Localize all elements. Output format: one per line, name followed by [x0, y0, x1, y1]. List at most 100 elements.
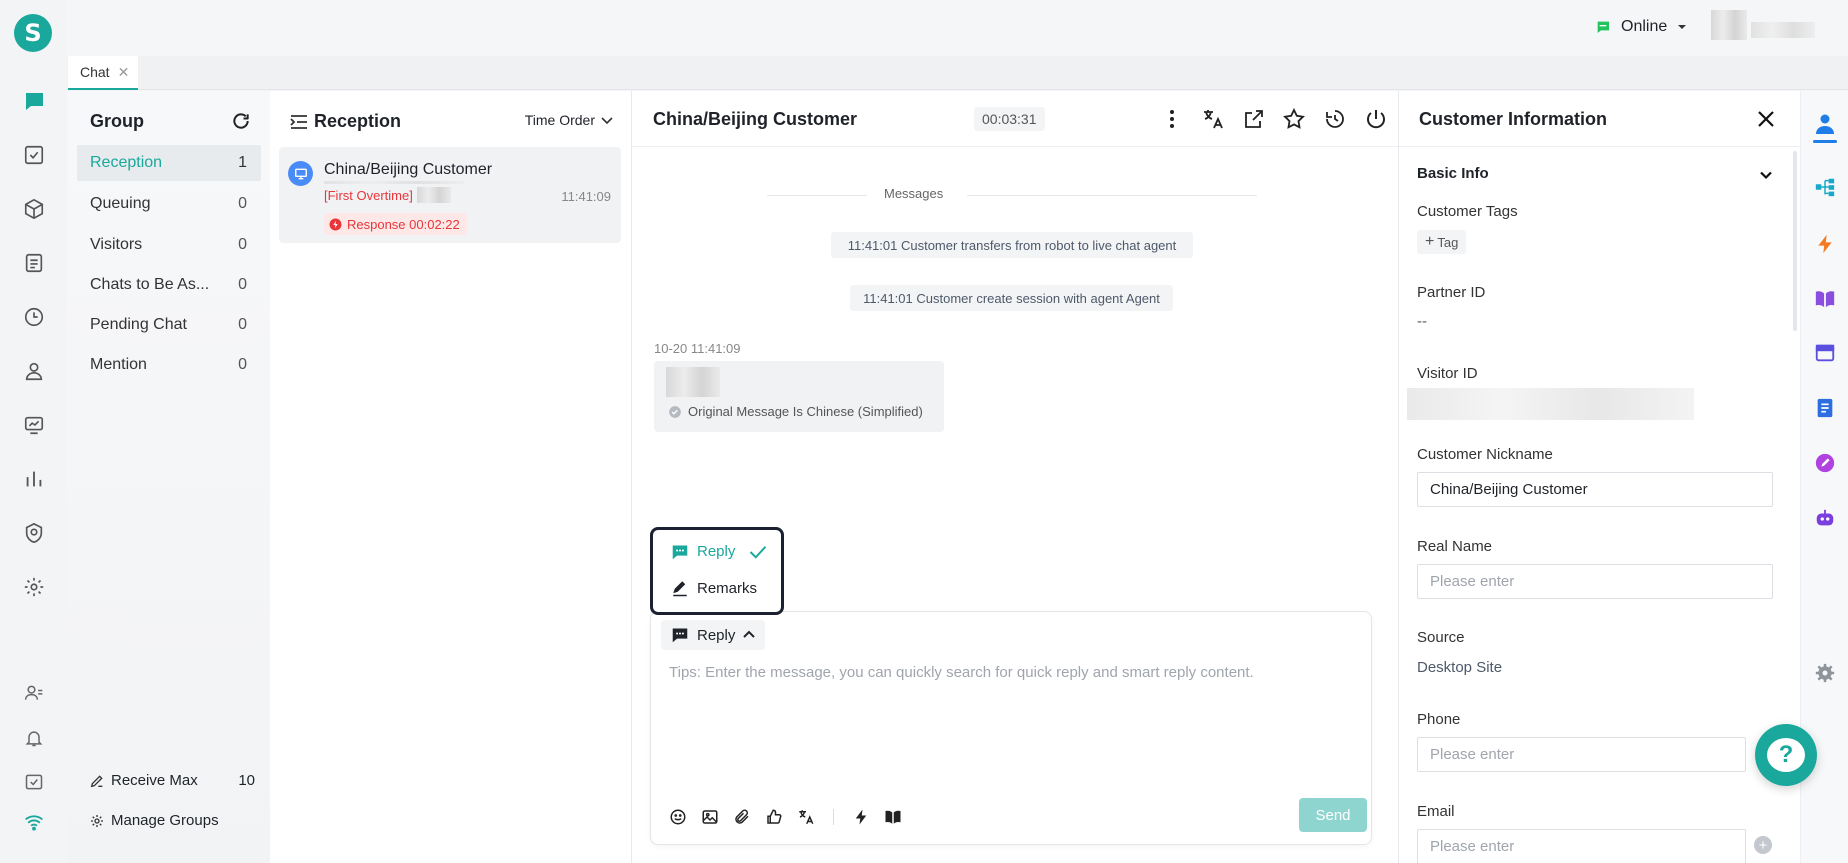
history-icon[interactable] [1323, 107, 1347, 131]
receive-max-setting[interactable]: Receive Max 10 [89, 772, 255, 789]
nickname-label: Customer Nickname [1417, 446, 1553, 463]
more-vertical-icon[interactable] [1160, 107, 1184, 131]
tab-close-icon[interactable]: ✕ [118, 64, 130, 81]
basic-info-section-title: Basic Info [1417, 165, 1489, 182]
browser-window-icon[interactable] [1813, 341, 1837, 365]
source-label: Source [1417, 629, 1465, 646]
add-email-plus-icon[interactable]: + [1754, 836, 1772, 854]
partner-id-value: -- [1417, 313, 1427, 330]
response-timer-label: Response 00:02:22 [347, 216, 460, 232]
phone-input[interactable]: Please enter [1417, 737, 1746, 772]
caret-down-icon [1678, 25, 1687, 29]
knowledge-book-icon[interactable] [884, 808, 902, 826]
quick-reply-lightning-icon[interactable] [1813, 232, 1837, 256]
menu-option-label: Remarks [697, 579, 758, 597]
check-circle-icon [669, 405, 681, 418]
add-tag-button[interactable]: + Tag [1417, 230, 1467, 254]
translate-icon[interactable] [797, 808, 815, 826]
group-item-count: 0 [238, 316, 247, 333]
group-item-label: Chats to Be As... [90, 276, 210, 293]
session-customer-name: China/Beijing Customer [324, 161, 493, 178]
send-button[interactable]: Send [1299, 798, 1367, 832]
group-item-count: 0 [238, 236, 247, 253]
add-tag-label: Tag [1437, 234, 1459, 250]
history-clock-icon[interactable] [21, 304, 47, 330]
group-item-mention[interactable]: Mention 0 [77, 347, 261, 383]
group-title: Group [90, 111, 144, 131]
visitor-id-value-blurred [1407, 388, 1694, 420]
active-indicator [1813, 140, 1837, 143]
close-icon[interactable] [1756, 109, 1776, 129]
system-message: 11:41:01 Customer transfers from robot t… [831, 232, 1193, 258]
help-question-icon: ? [1767, 738, 1805, 772]
composer-toolbar [669, 808, 902, 826]
star-icon[interactable] [1282, 107, 1306, 131]
chevron-down-icon[interactable] [1759, 168, 1773, 182]
email-input[interactable]: Please enter [1417, 829, 1746, 863]
refresh-icon[interactable] [231, 111, 251, 131]
shield-search-icon[interactable] [21, 520, 47, 546]
group-item-reception[interactable]: Reception 1 [77, 145, 261, 181]
cube-icon[interactable] [21, 196, 47, 222]
real-name-input[interactable]: Please enter [1417, 564, 1773, 599]
menu-option-reply[interactable]: Reply [671, 543, 767, 560]
group-item-queuing[interactable]: Queuing 0 [77, 186, 261, 222]
sign-edit-icon[interactable] [1813, 451, 1837, 475]
agent-status-icon[interactable] [21, 680, 47, 706]
nickname-input[interactable]: China/Beijing Customer [1417, 472, 1773, 507]
monitor-chart-icon[interactable] [21, 412, 47, 438]
image-icon[interactable] [701, 808, 719, 826]
reception-title: Reception [314, 111, 402, 131]
group-item-visitors[interactable]: Visitors 0 [77, 227, 261, 263]
reply-mode-toggle[interactable]: Reply [661, 620, 766, 650]
system-message: 11:41:01 Customer create session with ag… [850, 285, 1173, 311]
settings-gear-icon[interactable] [1813, 661, 1837, 685]
customer-info-panel: Customer Information Basic Info Customer… [1398, 91, 1801, 863]
agent-status-dropdown[interactable]: Online [1595, 18, 1687, 36]
overtime-tag: [First Overtime] [324, 187, 451, 203]
settings-gear-icon[interactable] [21, 574, 47, 600]
customer-message-bubble: Original Message Is Chinese (Simplified) [654, 361, 944, 432]
group-item-count: 0 [238, 276, 247, 293]
session-item[interactable]: China/Beijing Customer [First Overtime] … [279, 147, 621, 243]
left-nav-rail: S [0, 0, 67, 863]
ticket-check-icon[interactable] [21, 142, 47, 168]
group-item-pending-chat[interactable]: Pending Chat 0 [77, 307, 261, 343]
app-logo[interactable]: S [14, 14, 52, 52]
end-session-power-icon[interactable] [1364, 107, 1388, 131]
share-export-icon[interactable] [1242, 107, 1266, 131]
notification-bell-icon[interactable] [21, 725, 47, 751]
avatar[interactable] [1711, 10, 1747, 40]
robot-assistant-icon[interactable] [1813, 507, 1837, 531]
bar-chart-icon[interactable] [21, 466, 47, 492]
emoji-icon[interactable] [669, 808, 687, 826]
sort-dropdown[interactable]: Time Order [525, 112, 613, 128]
task-check-icon[interactable] [21, 769, 47, 795]
translate-icon[interactable] [1201, 107, 1225, 131]
collapse-list-icon[interactable] [290, 114, 308, 130]
scrollbar-thumb[interactable] [1793, 151, 1797, 331]
group-item-chats-to-be-assigned[interactable]: Chats to Be As... 0 [77, 267, 261, 303]
customer-profile-icon[interactable] [1813, 112, 1837, 136]
tab-chat[interactable]: Chat ✕ [68, 56, 138, 90]
chat-icon[interactable] [21, 88, 47, 114]
edit-pencil-icon [673, 581, 687, 597]
receive-max-label: Receive Max [111, 772, 198, 789]
thumbs-up-icon[interactable] [765, 808, 783, 826]
attachment-icon[interactable] [733, 808, 751, 826]
help-button[interactable]: ? [1755, 724, 1817, 786]
contacts-icon[interactable] [21, 358, 47, 384]
quick-reply-lightning-icon[interactable] [852, 808, 870, 826]
knowledge-book-icon[interactable] [1813, 287, 1837, 311]
edit-pencil-icon [90, 774, 103, 787]
chat-header: China/Beijing Customer 00:03:31 [632, 91, 1398, 147]
flow-tree-icon[interactable] [1813, 175, 1837, 199]
chevron-up-icon [743, 630, 756, 638]
document-icon[interactable] [21, 250, 47, 276]
tab-label: Chat [80, 64, 110, 80]
menu-option-remarks[interactable]: Remarks [671, 579, 757, 597]
email-label: Email [1417, 803, 1455, 820]
message-input[interactable]: Tips: Enter the message, you can quickly… [669, 664, 1359, 784]
manage-groups-button[interactable]: Manage Groups [89, 812, 219, 829]
notes-document-icon[interactable] [1813, 396, 1837, 420]
